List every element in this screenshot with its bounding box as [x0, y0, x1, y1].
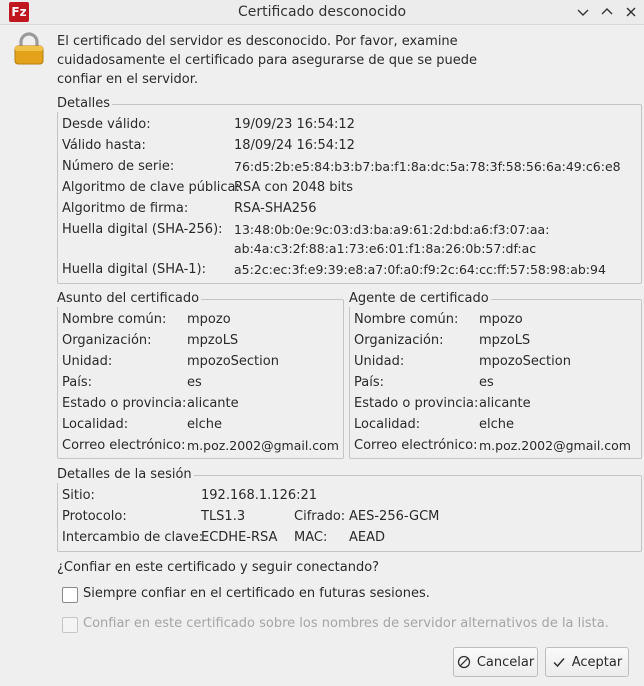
- always-trust-checkbox[interactable]: [62, 587, 78, 603]
- session-protocol-value: TLS1.3: [201, 509, 246, 524]
- session-cipher-value: AES-256-GCM: [349, 509, 440, 524]
- cancel-label: Cancelar: [476, 654, 535, 670]
- intro-text: El certificado del servidor es desconoci…: [57, 32, 477, 89]
- sha256-value-line2: ab:4a:c3:2f:88:a1:73:e6:01:f1:8a:26:0b:5…: [234, 241, 537, 256]
- pubkey-label: Algoritmo de clave pública:: [62, 180, 240, 195]
- intro-line: cuidadosamente el certificado para asegu…: [57, 53, 477, 68]
- sha256-value-line1: 13:48:0b:0e:9c:03:d3:ba:a9:61:2d:bd:a6:f…: [234, 222, 550, 237]
- sigalg-value: RSA-SHA256: [234, 201, 317, 216]
- subject-country-label: País:: [62, 375, 92, 390]
- minimize-button[interactable]: [574, 3, 592, 21]
- session-kex-value: ECDHE-RSA: [201, 530, 278, 545]
- chevron-down-icon: [577, 9, 589, 16]
- issuer-country-label: País:: [354, 375, 384, 390]
- session-legend: Detalles de la sesión: [57, 467, 194, 483]
- session-kex-label: Intercambio de clave:: [62, 530, 204, 545]
- cancel-button[interactable]: Cancelar: [453, 647, 538, 677]
- sigalg-label: Algoritmo de firma:: [62, 201, 189, 216]
- issuer-country-value: es: [479, 375, 494, 390]
- session-protocol-label: Protocolo:: [62, 509, 127, 524]
- accept-label: Aceptar: [571, 654, 623, 670]
- subject-state-value: alicante: [187, 396, 239, 411]
- issuer-org-value: mpzoLS: [479, 333, 531, 348]
- issuer-legend: Agente de certificado: [349, 291, 491, 307]
- subject-unit-label: Unidad:: [62, 354, 113, 369]
- subject-legend: Asunto del certificado: [57, 291, 202, 307]
- accept-button[interactable]: Aceptar: [545, 647, 629, 677]
- session-host-label: Sitio:: [62, 488, 95, 503]
- check-icon: [553, 658, 565, 668]
- trust-altnames-label: Confiar en este certificado sobre los no…: [83, 616, 609, 631]
- issuer-state-value: alicante: [479, 396, 531, 411]
- subject-group: Asunto del certificado Nombre común: mpo…: [57, 291, 344, 459]
- close-icon: [626, 7, 636, 17]
- issuer-email-value: m.poz.2002@gmail.com: [479, 438, 631, 453]
- pubkey-value: RSA con 2048 bits: [234, 180, 353, 195]
- issuer-state-label: Estado o provincia:: [354, 396, 479, 411]
- issuer-cn-label: Nombre común:: [354, 312, 459, 327]
- issuer-email-label: Correo electrónico:: [354, 438, 478, 453]
- issuer-group: Agente de certificado Nombre común: mpoz…: [349, 291, 642, 459]
- subject-unit-value: mpozoSection: [187, 354, 279, 369]
- sha256-label: Huella digital (SHA-256):: [62, 222, 223, 237]
- session-cipher-label: Cifrado:: [294, 509, 346, 524]
- issuer-unit-label: Unidad:: [354, 354, 405, 369]
- valid-to-value: 18/09/24 16:54:12: [234, 138, 355, 153]
- subject-org-value: mpzoLS: [187, 333, 239, 348]
- details-group: Detalles Desde válido: 19/09/23 16:54:12…: [57, 96, 642, 284]
- details-legend: Detalles: [57, 96, 113, 112]
- serial-value: 76:d5:2b:e5:84:b3:b7:ba:f1:8a:dc:5a:78:3…: [234, 159, 621, 174]
- trust-altnames-checkbox[interactable]: [62, 617, 78, 633]
- subject-email-label: Correo electrónico:: [62, 438, 186, 453]
- lock-icon: [14, 32, 44, 65]
- intro-line: El certificado del servidor es desconoci…: [57, 34, 458, 49]
- valid-from-label: Desde válido:: [62, 117, 151, 132]
- issuer-locality-label: Localidad:: [354, 417, 421, 432]
- session-mac-value: AEAD: [349, 530, 386, 545]
- subject-email-value: m.poz.2002@gmail.com: [187, 438, 339, 453]
- chevron-up-icon: [601, 8, 613, 15]
- subject-state-label: Estado o provincia:: [62, 396, 187, 411]
- subject-locality-label: Localidad:: [62, 417, 129, 432]
- issuer-unit-value: mpozoSection: [479, 354, 571, 369]
- serial-label: Número de serie:: [62, 159, 175, 174]
- valid-from-value: 19/09/23 16:54:12: [234, 117, 355, 132]
- subject-country-value: es: [187, 375, 202, 390]
- issuer-cn-value: mpozo: [479, 312, 523, 327]
- issuer-org-label: Organización:: [354, 333, 444, 348]
- session-host-value: 192.168.1.126:21: [201, 488, 318, 503]
- title-bar: Fz Certificado desconocido: [0, 0, 644, 25]
- cancel-icon: [457, 655, 470, 669]
- sha1-value: a5:2c:ec:3f:e9:39:e8:a7:0f:a0:f9:2c:64:c…: [234, 262, 606, 277]
- issuer-locality-value: elche: [479, 417, 514, 432]
- session-group: Detalles de la sesión Sitio: 192.168.1.1…: [57, 467, 642, 552]
- close-button[interactable]: [622, 3, 640, 21]
- sha1-label: Huella digital (SHA-1):: [62, 262, 206, 277]
- window-title: Certificado desconocido: [237, 4, 407, 20]
- trust-question: ¿Confiar en este certificado y seguir co…: [57, 560, 380, 575]
- valid-to-label: Válido hasta:: [62, 138, 146, 153]
- subject-cn-value: mpozo: [187, 312, 231, 327]
- subject-org-label: Organización:: [62, 333, 152, 348]
- maximize-button[interactable]: [598, 3, 616, 21]
- intro-line: confiar en el servidor.: [57, 72, 198, 87]
- session-mac-label: MAC:: [294, 530, 328, 545]
- always-trust-label[interactable]: Siempre confiar en el certificado en fut…: [83, 586, 430, 601]
- subject-locality-value: elche: [187, 417, 222, 432]
- subject-cn-label: Nombre común:: [62, 312, 167, 327]
